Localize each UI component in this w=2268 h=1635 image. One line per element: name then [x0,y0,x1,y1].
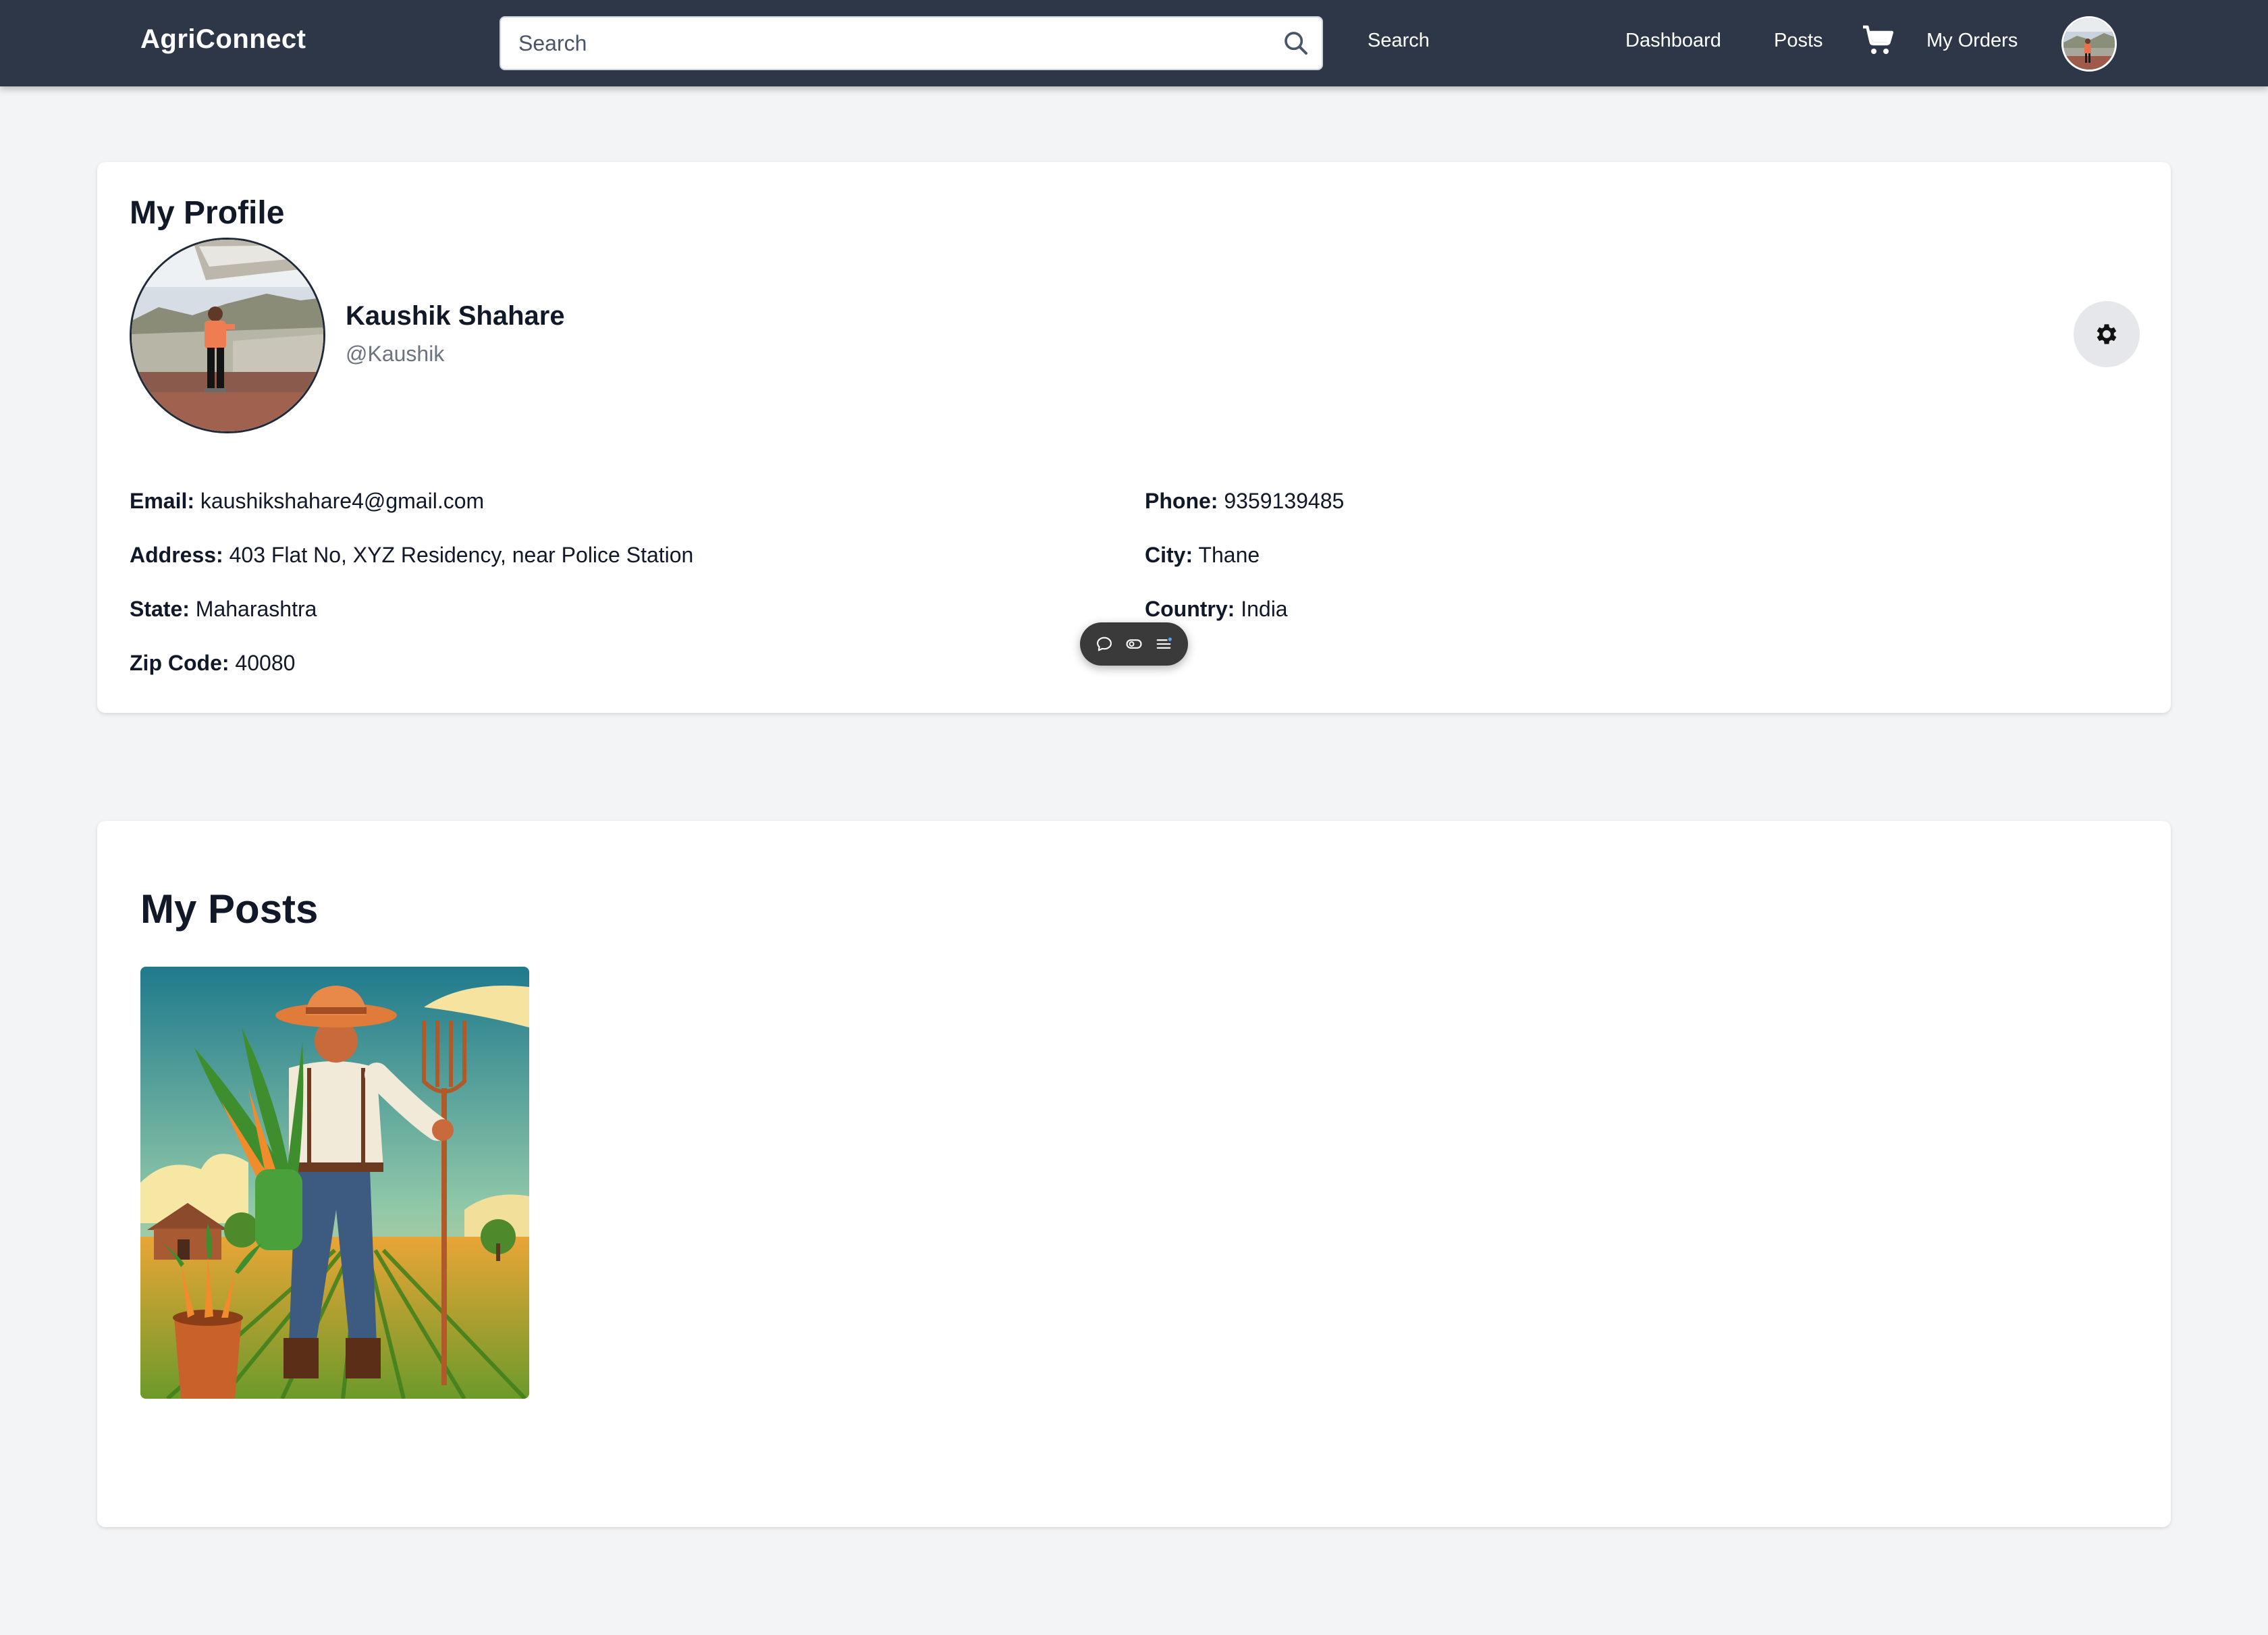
address-field: Address: 403 Flat No, XYZ Residency, nea… [130,543,693,568]
settings-button[interactable] [2074,301,2140,367]
search-icon[interactable] [1282,30,1310,57]
address-label: Address: [130,543,223,567]
state-field: State: Maharashtra [130,597,317,622]
nav-dashboard[interactable]: Dashboard [1625,30,1721,52]
city-value: Thane [1198,543,1260,567]
phone-label: Phone: [1145,489,1218,513]
gear-icon [2097,324,2117,344]
address-value: 403 Flat No, XYZ Residency, near Police … [229,543,694,567]
menu-icon[interactable] [1154,635,1173,653]
country-label: Country: [1145,597,1235,621]
city-field: City: Thane [1145,543,1260,568]
post-thumbnail[interactable] [140,967,529,1399]
country-field: Country: India [1145,597,1288,622]
comment-icon[interactable] [1095,635,1114,653]
phone-value: 9359139485 [1224,489,1345,513]
search-button[interactable]: Search [1368,30,1430,52]
posts-card: My Posts [97,821,2171,1527]
posts-title: My Posts [140,886,319,932]
zip-label: Zip Code: [130,651,230,675]
city-label: City: [1145,543,1193,567]
user-avatar[interactable] [2061,16,2117,72]
profile-title: My Profile [130,195,285,231]
state-label: State: [130,597,190,621]
email-label: Email: [130,489,195,513]
nav-posts[interactable]: Posts [1774,30,1823,52]
profile-name: Kaushik Shahare [346,301,565,331]
email-value: kaushikshahare4@gmail.com [200,489,485,513]
zip-field: Zip Code: 40080 [130,651,295,676]
profile-avatar [130,238,325,433]
toggle-icon[interactable] [1125,635,1143,653]
phone-field: Phone: 9359139485 [1145,489,1344,514]
nav-my-orders[interactable]: My Orders [1926,30,2018,52]
cart-icon[interactable] [1862,24,1894,57]
search-input[interactable] [518,18,1261,69]
state-value: Maharashtra [195,597,317,621]
top-navbar: AgriConnect Search Dashboard Posts My Or… [0,0,2268,86]
brand-logo[interactable]: AgriConnect [140,24,306,55]
country-value: India [1241,597,1288,621]
floating-toolbar[interactable] [1080,622,1188,666]
search-field[interactable] [500,16,1323,70]
farmer-illustration [140,967,529,1399]
zip-value: 40080 [235,651,296,675]
profile-handle: @Kaushik [346,342,445,366]
email-field: Email: kaushikshahare4@gmail.com [130,489,484,514]
